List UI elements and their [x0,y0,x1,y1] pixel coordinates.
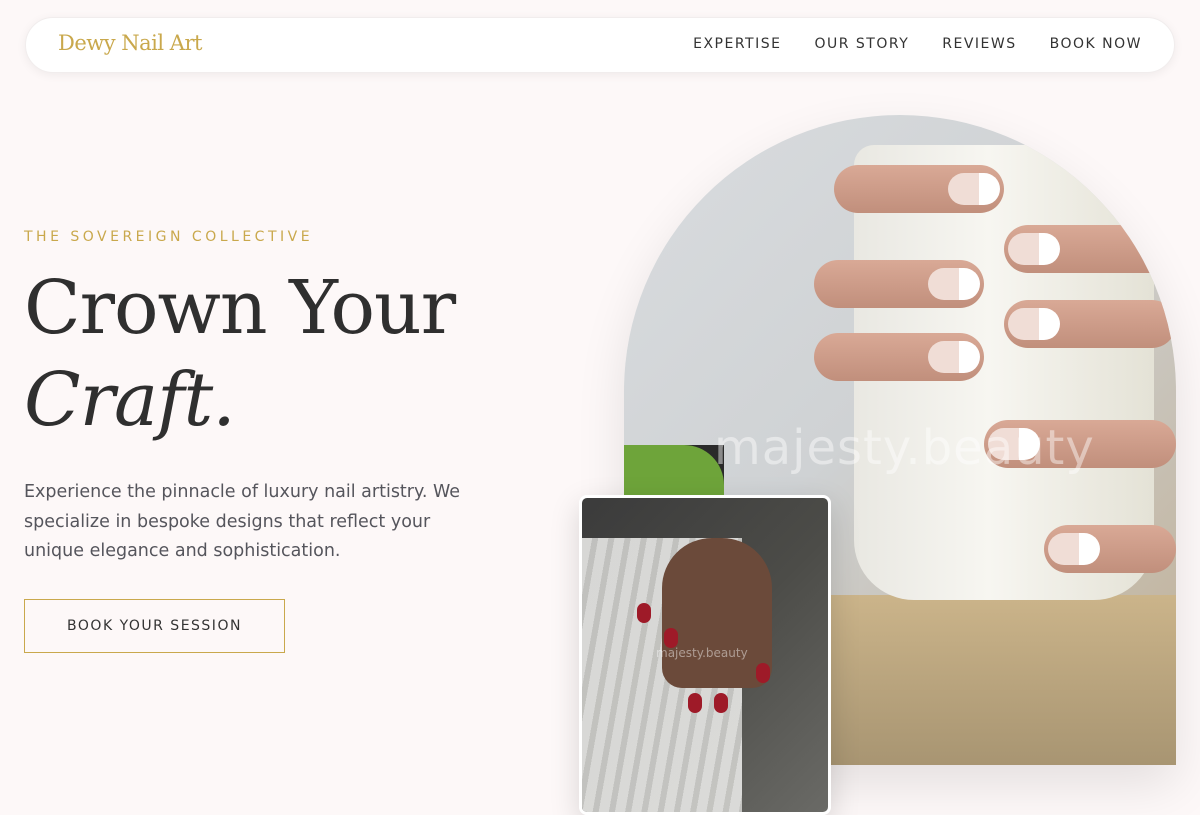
finger-shape [1044,525,1176,573]
top-navigation: Dewy Nail Art EXPERTISE OUR STORY REVIEW… [25,17,1175,73]
red-nail-shape [714,693,728,713]
finger-shape [1004,225,1176,273]
hero-headline: Crown Your Craft. [24,262,456,446]
nail-shape [948,173,1000,205]
red-nail-shape [664,628,678,648]
book-session-button[interactable]: BOOK YOUR SESSION [24,599,285,653]
finger-shape [834,165,1004,213]
secondary-image-watermark: majesty.beauty [656,646,748,660]
red-nail-shape [688,693,702,713]
nav-book-now[interactable]: BOOK NOW [1050,36,1142,52]
nail-shape [1008,308,1060,340]
nav-expertise[interactable]: EXPERTISE [693,36,781,52]
finger-shape [1004,300,1176,348]
headline-line-2: Craft. [24,357,236,443]
nail-shape [1048,533,1100,565]
hand-shape [662,538,772,688]
finger-shape [814,260,984,308]
hero-lead-text: Experience the pinnacle of luxury nail a… [24,482,461,561]
main-image-watermark: majesty.beauty [714,420,1095,476]
nav-our-story[interactable]: OUR STORY [814,36,909,52]
red-nail-shape [756,663,770,683]
main-menu: EXPERTISE OUR STORY REVIEWS BOOK NOW [693,36,1142,52]
headline-line-1: Crown Your [24,265,456,351]
nail-shape [1008,233,1060,265]
hero-eyebrow: THE SOVEREIGN COLLECTIVE [24,229,314,245]
nav-reviews[interactable]: REVIEWS [942,36,1016,52]
brand-logo[interactable]: Dewy Nail Art [58,31,202,55]
nail-shape [928,341,980,373]
finger-shape [814,333,984,381]
secondary-image-card: majesty.beauty [579,495,831,815]
red-nail-shape [637,603,651,623]
nail-shape [928,268,980,300]
